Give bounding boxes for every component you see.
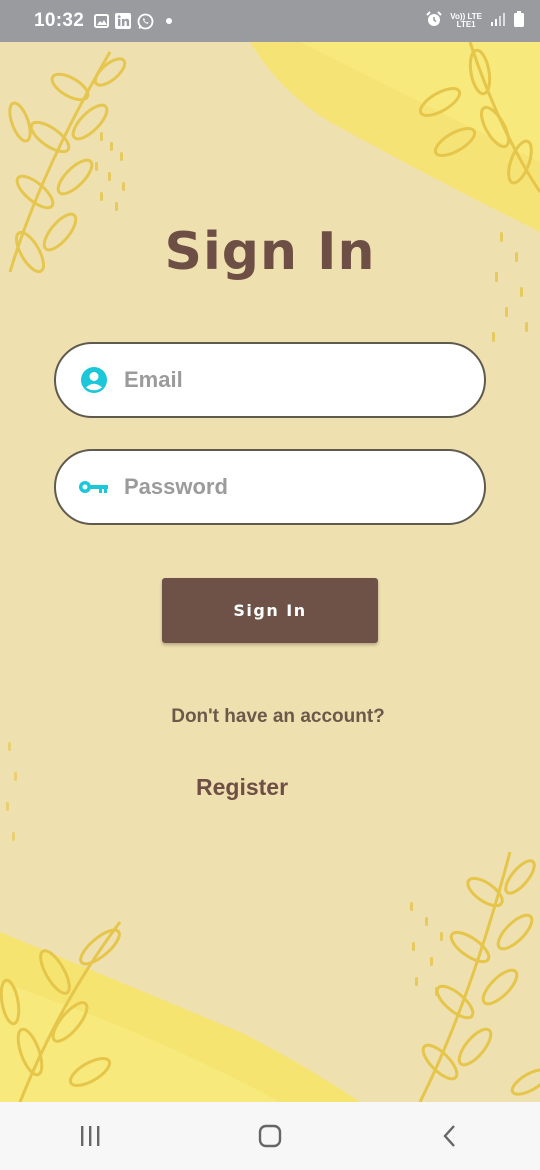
status-bar: 10:32 Vo)) LTE LTE1 <box>0 0 540 42</box>
signal-icon <box>490 12 506 31</box>
email-input[interactable] <box>124 367 454 393</box>
alarm-icon <box>426 10 443 32</box>
image-icon <box>94 14 110 28</box>
battery-icon <box>514 10 524 32</box>
email-field[interactable] <box>54 342 486 418</box>
navigation-bar <box>0 1102 540 1170</box>
key-icon <box>78 471 110 503</box>
system-icons: Vo)) LTE LTE1 <box>426 10 524 32</box>
sign-in-button[interactable]: Sign In <box>162 578 378 643</box>
notification-icons <box>94 13 173 30</box>
register-link[interactable]: Register <box>196 774 288 801</box>
recent-apps-icon[interactable] <box>60 1106 120 1166</box>
no-account-text: Don't have an account? <box>171 706 385 727</box>
home-icon[interactable] <box>240 1106 300 1166</box>
network-label: Vo)) LTE LTE1 <box>450 12 482 29</box>
dot-icon <box>166 18 173 24</box>
status-time: 10:32 <box>34 10 85 31</box>
sign-in-screen: Sign In Sign In Don't have an account? R… <box>0 42 540 1102</box>
linkedin-icon <box>115 13 132 29</box>
password-input[interactable] <box>124 474 454 500</box>
back-icon[interactable] <box>420 1106 480 1166</box>
background-decoration <box>0 42 540 1102</box>
password-field[interactable] <box>54 449 486 525</box>
person-icon <box>78 364 110 396</box>
page-title: Sign In <box>164 222 376 282</box>
whatsapp-icon <box>137 13 154 30</box>
